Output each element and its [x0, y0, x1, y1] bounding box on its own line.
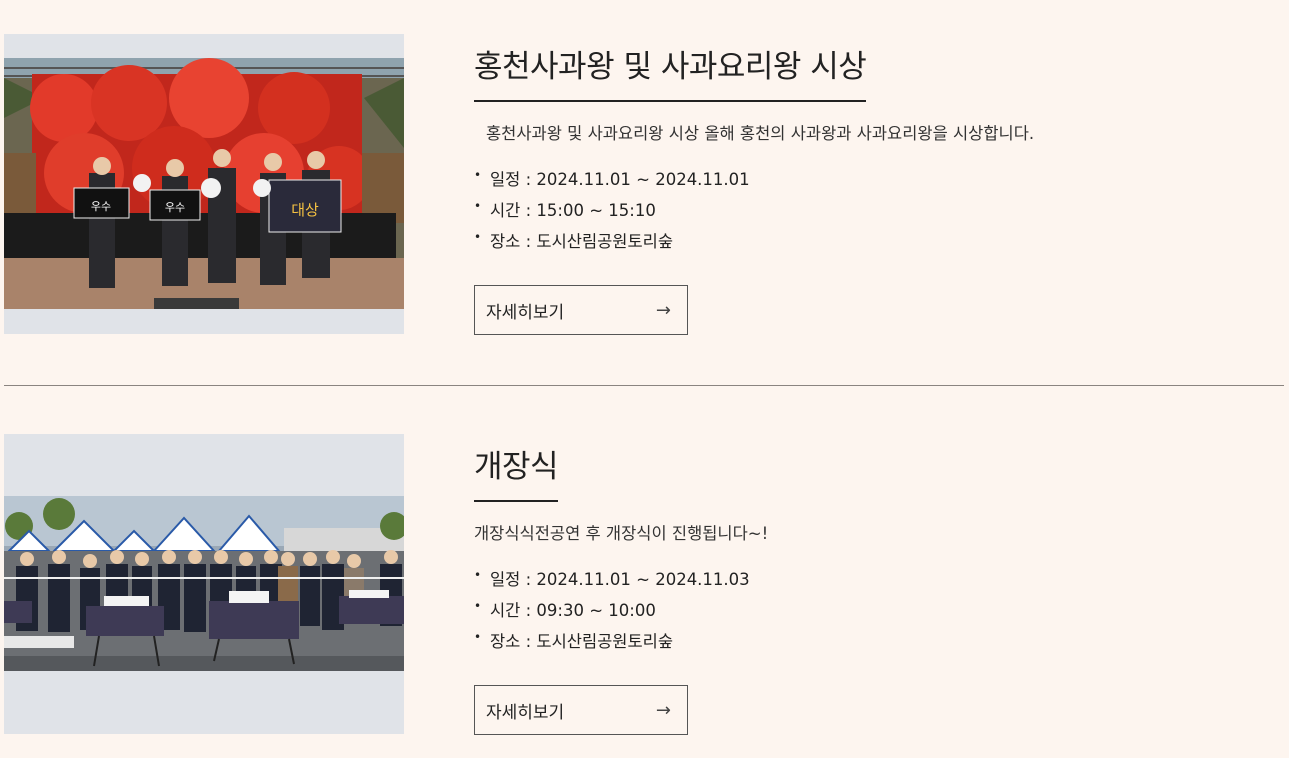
event-divider [4, 385, 1284, 386]
view-details-label: 자세히보기 [486, 702, 565, 723]
event-description: 개장식식전공연 후 개장식이 진행됩니다~! [474, 524, 769, 543]
event-place: 장소 : 도시산림공원토리숲 [474, 222, 1274, 257]
event-schedule: 일정 : 2024.11.01 ~ 2024.11.03 [474, 560, 1274, 595]
arrow-right-icon: → [655, 299, 671, 321]
event-photo-award-ceremony[interactable]: 우수 우수 대상 [4, 58, 404, 309]
award-sign-center: 우수 [165, 201, 185, 214]
event-place: 장소 : 도시산림공원토리숲 [474, 622, 1274, 657]
event-description: 홍천사과왕 및 사과요리왕 시상 올해 홍천의 사과왕과 사과요리왕을 시상합니… [486, 124, 1035, 143]
award-sign-right: 대상 [291, 201, 319, 219]
event-details-list: 일정 : 2024.11.01 ~ 2024.11.03 시간 : 09:30 … [474, 560, 1274, 657]
event-time: 시간 : 15:00 ~ 15:10 [474, 191, 1274, 226]
event-photo-frame[interactable]: 우수 우수 대상 [4, 34, 404, 334]
view-details-label: 자세히보기 [486, 302, 565, 323]
event-title: 개장식 [474, 444, 559, 502]
award-sign-left: 우수 [91, 200, 111, 213]
award-ceremony-illustration: 우수 우수 대상 [4, 58, 404, 309]
view-details-button[interactable]: 자세히보기 → [474, 685, 688, 735]
event-title: 홍천사과왕 및 사과요리왕 시상 [474, 44, 867, 102]
event-photo-frame[interactable] [4, 434, 404, 734]
event-schedule: 일정 : 2024.11.01 ~ 2024.11.01 [474, 160, 1274, 195]
arrow-right-icon: → [655, 699, 671, 721]
event-time: 시간 : 09:30 ~ 10:00 [474, 591, 1274, 626]
opening-ceremony-illustration [4, 496, 404, 671]
event-info: 개장식 개장식식전공연 후 개장식이 진행됩니다~! 일정 : 2024.11.… [474, 444, 1274, 735]
event-photo-opening-ceremony[interactable] [4, 496, 404, 671]
event-info: 홍천사과왕 및 사과요리왕 시상 홍천사과왕 및 사과요리왕 시상 올해 홍천의… [474, 44, 1274, 335]
event-details-list: 일정 : 2024.11.01 ~ 2024.11.01 시간 : 15:00 … [474, 160, 1274, 257]
view-details-button[interactable]: 자세히보기 → [474, 285, 688, 335]
